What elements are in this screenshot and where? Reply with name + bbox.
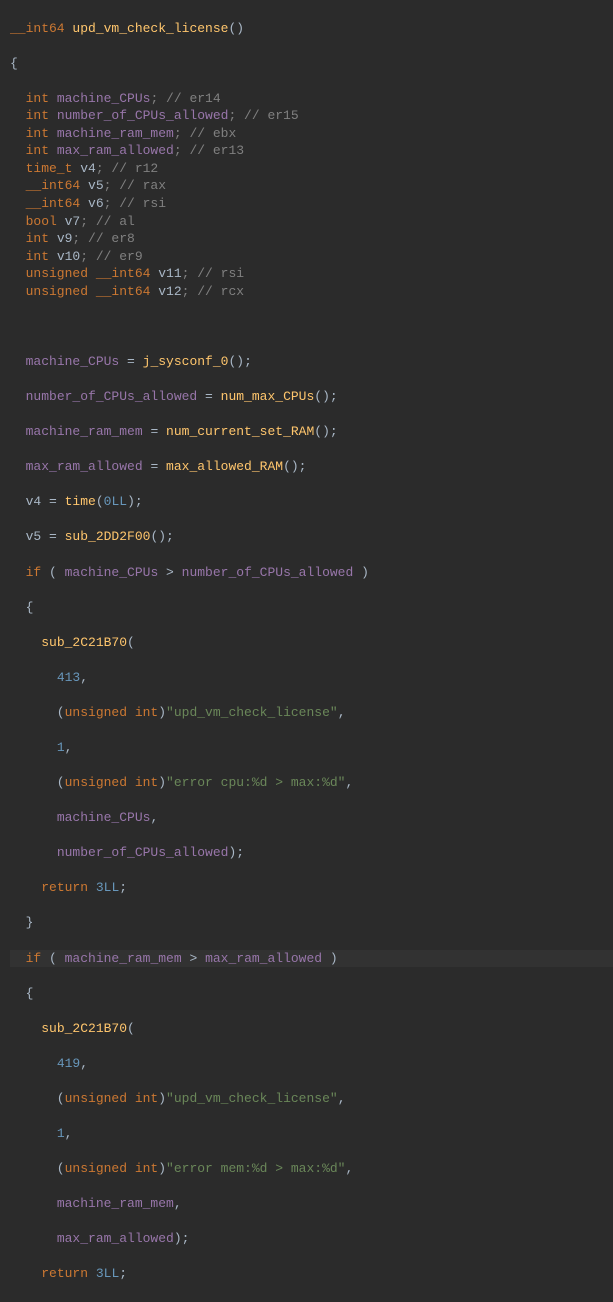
code-line: 1, <box>10 739 613 757</box>
code-line: __int64 v6; // rsi <box>10 195 613 213</box>
code-line: sub_2C21B70( <box>10 1020 613 1038</box>
code-line: v5 = sub_2DD2F00(); <box>10 528 613 546</box>
code-line: } <box>10 914 613 932</box>
code-line: machine_CPUs = j_sysconf_0(); <box>10 353 613 371</box>
code-line: int number_of_CPUs_allowed; // er15 <box>10 107 613 125</box>
code-editor: __int64 upd_vm_check_license() { int mac… <box>0 2 613 1300</box>
code-line: number_of_CPUs_allowed); <box>10 844 613 862</box>
code-line: max_ram_allowed = max_allowed_RAM(); <box>10 458 613 476</box>
code-line: { <box>10 985 613 1003</box>
code-line: (unsigned int)"upd_vm_check_license", <box>10 1090 613 1108</box>
code-line: bool v7; // al <box>10 213 613 231</box>
code-line: time_t v4; // r12 <box>10 160 613 178</box>
code-line: int v9; // er8 <box>10 230 613 248</box>
code-line: { <box>10 55 613 73</box>
code-line: machine_ram_mem = num_current_set_RAM(); <box>10 423 613 441</box>
code-line: __int64 v5; // rax <box>10 177 613 195</box>
code-line: (unsigned int)"upd_vm_check_license", <box>10 704 613 722</box>
return-type: __int64 <box>10 21 72 36</box>
code-line: 1, <box>10 1125 613 1143</box>
code-line: 419, <box>10 1055 613 1073</box>
code-line: __int64 upd_vm_check_license() <box>10 20 613 38</box>
code-line <box>10 318 613 336</box>
code-line: int max_ram_allowed; // er13 <box>10 142 613 160</box>
code-line: return 3LL; <box>10 1265 613 1283</box>
code-line: number_of_CPUs_allowed = num_max_CPUs(); <box>10 388 613 406</box>
code-line: (unsigned int)"error mem:%d > max:%d", <box>10 1160 613 1178</box>
code-line: 413, <box>10 669 613 687</box>
code-line: sub_2C21B70( <box>10 634 613 652</box>
code-line: int machine_CPUs; // er14 <box>10 90 613 108</box>
code-line: v4 = time(0LL); <box>10 493 613 511</box>
code-line: { <box>10 599 613 617</box>
function-name: upd_vm_check_license <box>72 21 228 36</box>
code-line: unsigned __int64 v11; // rsi <box>10 265 613 283</box>
code-line: int machine_ram_mem; // ebx <box>10 125 613 143</box>
code-line: (unsigned int)"error cpu:%d > max:%d", <box>10 774 613 792</box>
code-line: return 3LL; <box>10 879 613 897</box>
code-line: unsigned __int64 v12; // rcx <box>10 283 613 301</box>
code-line: if ( machine_ram_mem > max_ram_allowed ) <box>10 950 613 968</box>
code-line: int v10; // er9 <box>10 248 613 266</box>
code-line: machine_ram_mem, <box>10 1195 613 1213</box>
code-line: max_ram_allowed); <box>10 1230 613 1248</box>
code-line: if ( machine_CPUs > number_of_CPUs_allow… <box>10 564 613 582</box>
